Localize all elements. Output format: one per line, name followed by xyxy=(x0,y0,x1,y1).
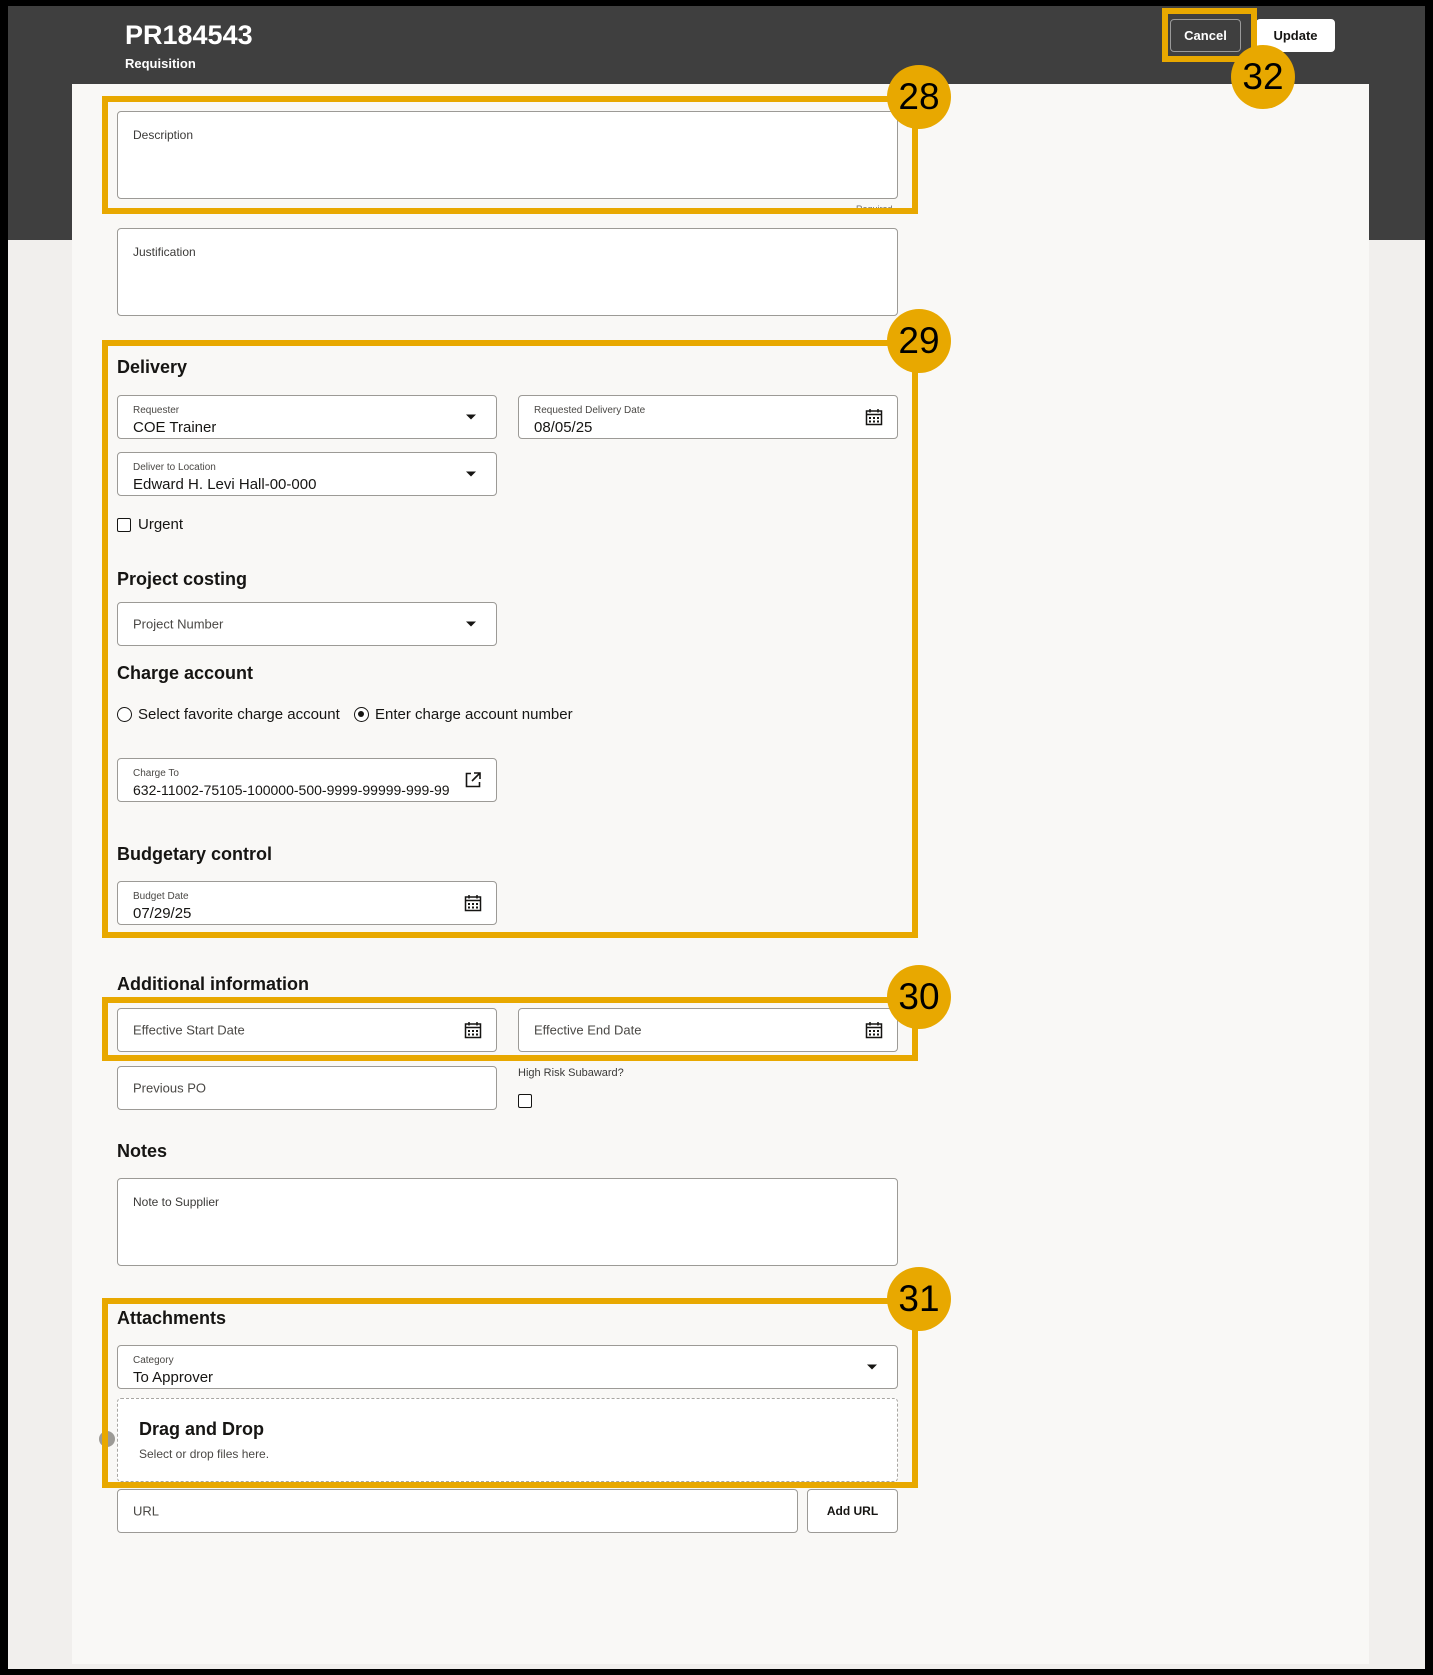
callout-badge-30: 30 xyxy=(887,965,951,1029)
callout-badge-32: 32 xyxy=(1231,45,1295,109)
callout-badge-28: 28 xyxy=(887,65,951,129)
high-risk-subaward-checkbox[interactable] xyxy=(518,1094,532,1108)
callout-box-28 xyxy=(102,96,918,214)
justification-field[interactable]: Justification xyxy=(117,228,898,316)
page-subtitle: Requisition xyxy=(125,56,196,71)
callout-box-30 xyxy=(102,997,918,1061)
page-title: PR184543 xyxy=(125,20,253,50)
callout-box-29 xyxy=(102,340,918,938)
note-to-supplier-label: Note to Supplier xyxy=(133,1195,220,1209)
url-input[interactable]: URL xyxy=(117,1489,798,1533)
previous-po-field[interactable]: Previous PO xyxy=(117,1066,497,1110)
note-to-supplier-field[interactable]: Note to Supplier xyxy=(117,1178,898,1266)
callout-badge-31: 31 xyxy=(887,1267,951,1331)
additional-information-heading: Additional information xyxy=(117,974,309,994)
callout-box-31 xyxy=(102,1298,918,1488)
high-risk-subaward-label: High Risk Subaward? xyxy=(518,1067,624,1079)
notes-heading: Notes xyxy=(117,1141,168,1161)
add-url-button[interactable]: Add URL xyxy=(807,1489,898,1533)
callout-badge-29: 29 xyxy=(887,309,951,373)
previous-po-label: Previous PO xyxy=(133,1080,206,1096)
justification-label: Justification xyxy=(133,245,196,259)
url-label: URL xyxy=(133,1503,160,1519)
